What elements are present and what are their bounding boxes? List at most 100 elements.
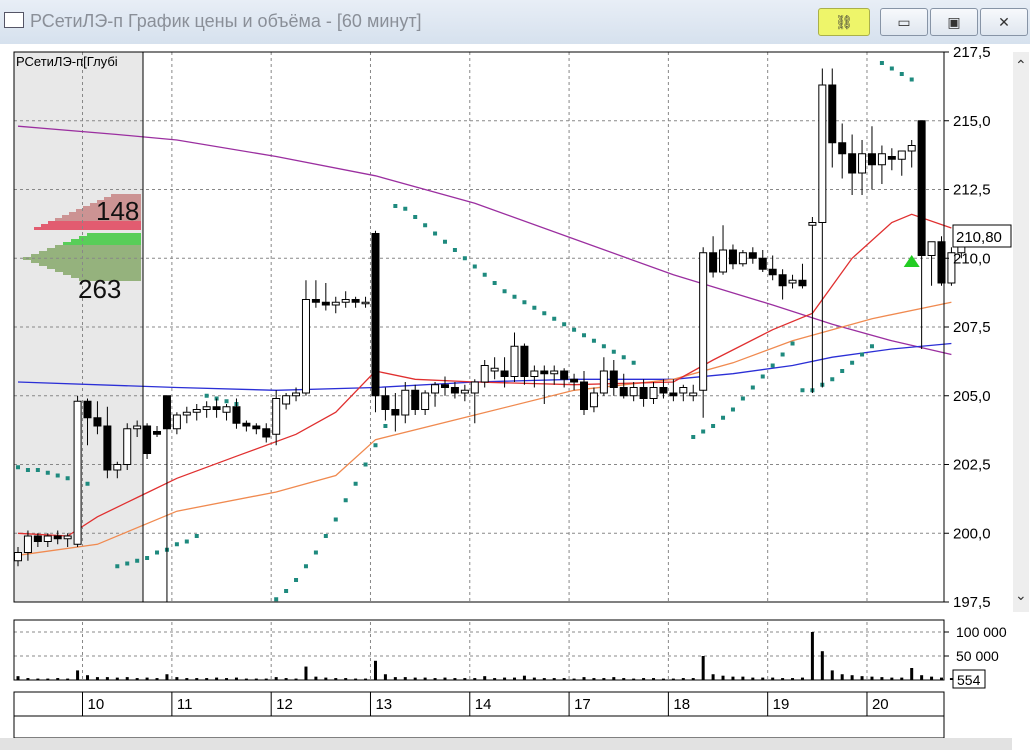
candle-body bbox=[719, 249, 728, 273]
sar-dot bbox=[35, 468, 40, 472]
sar-dot bbox=[909, 77, 914, 82]
sar-dot bbox=[770, 363, 775, 368]
sar-dot bbox=[393, 204, 398, 208]
volume-bar bbox=[522, 675, 526, 680]
sar-dot bbox=[65, 476, 70, 481]
candle-body bbox=[143, 425, 152, 454]
sar-dot bbox=[184, 539, 189, 544]
candle-body bbox=[818, 84, 827, 223]
vertical-scrollbar[interactable] bbox=[1013, 52, 1029, 612]
sar-dot bbox=[552, 316, 557, 321]
candle-body bbox=[371, 233, 380, 397]
candle-body bbox=[391, 409, 400, 416]
sar-dot bbox=[879, 61, 884, 65]
candle-body bbox=[589, 392, 598, 408]
sar-dot bbox=[562, 322, 567, 327]
volume-bar bbox=[930, 676, 934, 680]
candle-body bbox=[272, 398, 281, 435]
candle-body bbox=[73, 400, 82, 545]
bid-depth-bar bbox=[47, 266, 141, 269]
sar-dot bbox=[135, 558, 140, 563]
candle-body bbox=[182, 411, 191, 416]
link-button[interactable]: ⛓ bbox=[818, 8, 870, 36]
bid-depth-bar bbox=[71, 239, 141, 242]
sar-dot bbox=[363, 462, 368, 467]
candle-body bbox=[699, 252, 708, 391]
scroll-down-icon[interactable]: ⌄ bbox=[1015, 587, 1027, 603]
sar-dot bbox=[452, 248, 457, 252]
price-tick-label: 210,0 bbox=[953, 250, 991, 267]
candle-body bbox=[292, 392, 301, 397]
candle-body bbox=[411, 389, 420, 410]
candle-body bbox=[500, 370, 509, 377]
price-tick-label: 202,5 bbox=[953, 457, 991, 474]
sar-dot bbox=[343, 498, 348, 503]
volume-bar bbox=[741, 676, 745, 680]
candle-body bbox=[867, 153, 876, 166]
window-title: РСетиЛЭ-п График цены и объёма - [60 мин… bbox=[30, 11, 422, 31]
maximize-icon: ▣ bbox=[947, 14, 961, 30]
candle-body bbox=[748, 252, 757, 259]
candle-body bbox=[689, 392, 698, 397]
candle-body bbox=[917, 120, 926, 256]
maximize-button[interactable]: ▣ bbox=[930, 8, 978, 36]
volume-bar bbox=[860, 676, 864, 680]
sar-dot bbox=[204, 393, 209, 398]
bid-depth-bar bbox=[31, 260, 141, 263]
candle-body bbox=[133, 425, 142, 430]
candle-body bbox=[550, 370, 559, 375]
volume-bar bbox=[910, 668, 914, 680]
candle-body bbox=[619, 387, 628, 397]
candle-body bbox=[669, 392, 678, 397]
sar-dot bbox=[145, 556, 150, 560]
day-label: 13 bbox=[375, 696, 392, 713]
bid-depth-bar bbox=[47, 248, 141, 251]
sar-dot bbox=[750, 385, 755, 390]
price-volume-chart: 217,5 215,0 212,5 210,0 207,5 205,0 202,5 200,0… bbox=[0, 44, 1030, 750]
sar-dot bbox=[174, 542, 179, 547]
sar-dot bbox=[313, 550, 318, 555]
candle-body bbox=[580, 381, 589, 410]
sar-dot bbox=[423, 223, 428, 228]
current-price-label: 210,80 bbox=[956, 229, 1002, 246]
sar-dot bbox=[303, 564, 308, 569]
sar-dot bbox=[155, 550, 160, 555]
day-label: 17 bbox=[574, 696, 591, 713]
day-label: 12 bbox=[276, 696, 293, 713]
sar-dot bbox=[502, 289, 507, 294]
candle-body bbox=[758, 257, 767, 270]
scroll-up-icon[interactable]: ⌃ bbox=[1015, 57, 1027, 73]
price-tick-label: 200,0 bbox=[953, 525, 991, 542]
chart-app-icon bbox=[4, 12, 24, 28]
candle-body bbox=[401, 389, 410, 416]
horizontal-scrollbar[interactable] bbox=[0, 738, 1012, 750]
sar-dot bbox=[691, 435, 696, 439]
candle-body bbox=[450, 387, 459, 394]
candle-body bbox=[709, 252, 718, 273]
sar-dot bbox=[730, 407, 735, 412]
candle-body bbox=[440, 384, 449, 388]
minimize-button[interactable]: ▭ bbox=[880, 8, 928, 36]
candle-body bbox=[162, 395, 171, 430]
candle-body bbox=[232, 406, 241, 424]
candle-body bbox=[659, 387, 668, 394]
candle-body bbox=[252, 425, 261, 430]
chart-background bbox=[0, 44, 1030, 750]
sar-dot bbox=[45, 470, 50, 475]
candle-body bbox=[599, 370, 608, 394]
sar-dot bbox=[353, 481, 358, 486]
sar-dot bbox=[512, 294, 517, 299]
candle-body bbox=[778, 274, 787, 287]
candle-body bbox=[103, 425, 112, 471]
minimize-icon: ▭ bbox=[897, 14, 911, 30]
volume-bar bbox=[76, 670, 80, 680]
price-tick-label: 197,5 bbox=[953, 594, 991, 611]
sar-dot bbox=[274, 597, 279, 602]
candle-body bbox=[361, 301, 370, 305]
day-label: 14 bbox=[475, 696, 492, 713]
sar-dot bbox=[413, 215, 418, 219]
volume-bar bbox=[383, 674, 387, 680]
close-button[interactable]: ✕ bbox=[980, 8, 1028, 36]
candle-body bbox=[53, 535, 62, 540]
volume-bar bbox=[810, 632, 814, 680]
